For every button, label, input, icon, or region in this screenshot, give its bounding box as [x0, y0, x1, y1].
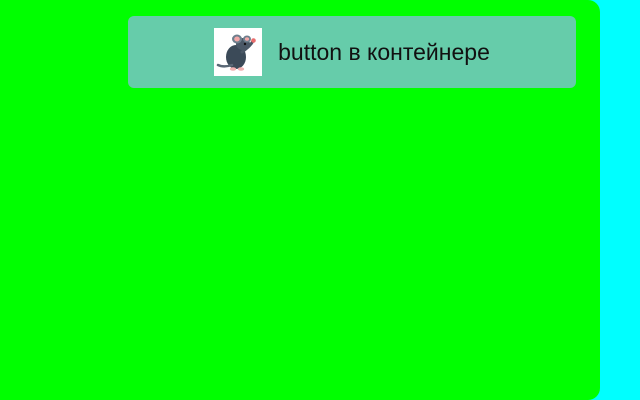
- button-label: button в контейнере: [278, 38, 490, 65]
- container: button в контейнере: [0, 0, 600, 400]
- container-button[interactable]: button в контейнере: [128, 16, 576, 88]
- rat-icon: [214, 28, 263, 76]
